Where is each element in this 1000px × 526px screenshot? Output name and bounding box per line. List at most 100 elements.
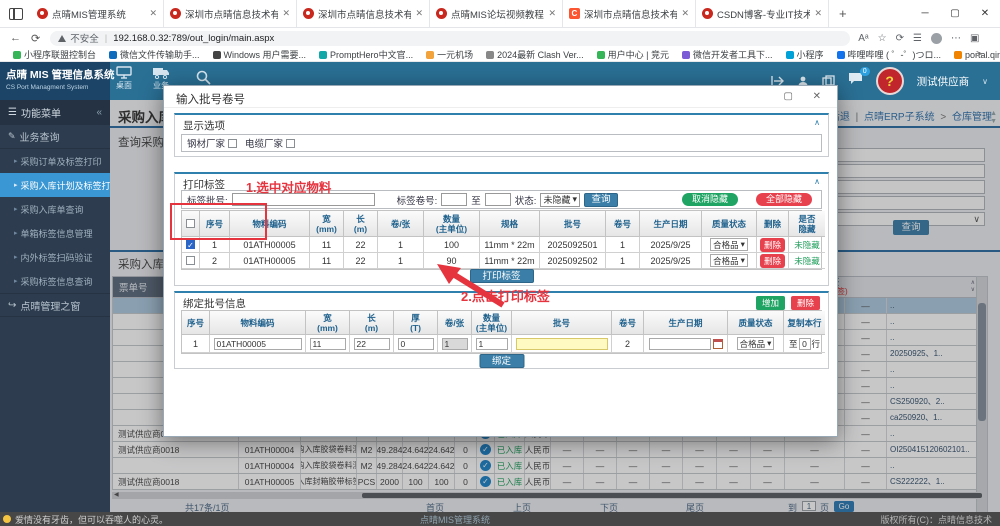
- status-quote: 爱情没有牙齿，但可以吞噬人的心灵。: [15, 513, 168, 526]
- sidebar-item[interactable]: 单箱标签信息管理: [0, 221, 110, 245]
- bind-table-row: 1 01ATH00005 11 22 0 1 1 2 合格品▾ 至 0 行: [182, 335, 821, 353]
- sidebar-item-label: 采购入库单查询: [21, 203, 84, 216]
- bookmark-favicon-icon: [319, 51, 327, 59]
- delete-row-button[interactable]: 删除: [791, 296, 820, 310]
- bookmark-item[interactable]: 一元机场: [426, 48, 473, 61]
- chat-icon[interactable]: 0: [848, 72, 863, 90]
- qty-input[interactable]: 1: [476, 338, 508, 350]
- bookmark-item[interactable]: 微信开发者工具下...: [682, 48, 773, 61]
- search-icon[interactable]: [196, 70, 211, 85]
- url-text: 192.168.0.32:789/out_login/main.aspx: [113, 33, 274, 44]
- delete-row-button[interactable]: 删除: [760, 238, 785, 252]
- material-code-input[interactable]: 01ATH00005: [214, 338, 302, 350]
- user-menu-caret-icon[interactable]: ∨: [982, 77, 988, 86]
- menu-label: 功能菜单: [21, 105, 61, 120]
- sidebar-footer-link[interactable]: ↪ 点晴管理之窗: [0, 293, 110, 317]
- quality-select[interactable]: 合格品▾: [710, 254, 748, 267]
- bind-button[interactable]: 绑定: [479, 354, 524, 368]
- dialog-maximize-icon[interactable]: ▢: [784, 91, 793, 102]
- tab-close-icon[interactable]: ✕: [415, 8, 423, 19]
- add-row-button[interactable]: 增加: [756, 296, 785, 310]
- hide-all-button[interactable]: 全部隐藏: [756, 193, 812, 206]
- status-select[interactable]: 未隐藏▾: [540, 193, 580, 207]
- sidebar-item[interactable]: 内外标签扫码验证: [0, 245, 110, 269]
- tab-close-icon[interactable]: ✕: [149, 8, 157, 19]
- url-field[interactable]: 不安全 | 192.168.0.32:789/out_login/main.as…: [50, 31, 850, 46]
- roll-to-input[interactable]: [485, 193, 511, 206]
- collapse-chevron-icon[interactable]: ∧: [814, 118, 820, 127]
- row-checkbox[interactable]: [186, 256, 195, 265]
- length-input[interactable]: 22: [354, 338, 390, 350]
- browser-tab[interactable]: 深圳市点晴信息技术有限公司点晴 ✕: [563, 0, 696, 27]
- bookmark-item[interactable]: 微信文件传输助手...: [109, 48, 200, 61]
- quality-select[interactable]: 合格品▾: [710, 238, 748, 251]
- tab-close-icon[interactable]: ✕: [681, 8, 689, 19]
- profile-avatar[interactable]: [931, 33, 942, 44]
- user-name[interactable]: 测试供应商: [917, 74, 970, 89]
- sidebar-menu-header[interactable]: ☰ 功能菜单 «: [0, 100, 110, 125]
- bookmark-item[interactable]: 用户中心 | 竞元: [597, 48, 669, 61]
- browser-tab[interactable]: 深圳市点晴信息技术有限公司点晴 ✕: [297, 0, 430, 27]
- bookmark-favicon-icon: [786, 51, 794, 59]
- print-table-row-1[interactable]: ✓ 1 01ATH00005 11 22 1 100 11mm * 22m 20…: [182, 237, 821, 253]
- cell-seq: 2: [200, 253, 230, 269]
- copy-count-input[interactable]: 0: [799, 338, 811, 350]
- steel-vendor-checkbox[interactable]: [228, 139, 237, 148]
- bookmark-item[interactable]: Windows 用户需要...: [213, 48, 307, 61]
- footer-link-label: 点晴管理之窗: [20, 298, 80, 313]
- steel-vendor-label: 钢材厂家: [187, 136, 225, 150]
- sidebar-item[interactable]: 采购入库单查询: [0, 197, 110, 221]
- favorites-bar-icon[interactable]: ☰: [913, 33, 922, 44]
- browser-tab[interactable]: 深圳市点晴信息技术有限公司点晴 ✕: [164, 0, 297, 27]
- calendar-icon[interactable]: [713, 339, 723, 349]
- collapse-icon[interactable]: «: [96, 107, 102, 118]
- browser-tab[interactable]: 点晴MIS论坛视频教程引擎|点晴免费O ✕: [430, 0, 563, 27]
- width-input[interactable]: 11: [310, 338, 346, 350]
- batch-no-input[interactable]: [516, 338, 608, 350]
- delete-row-button[interactable]: 删除: [760, 254, 785, 268]
- more-menu-icon[interactable]: ⋯: [951, 33, 961, 44]
- avatar[interactable]: ?: [876, 67, 904, 95]
- row-checkbox-checked[interactable]: ✓: [186, 240, 195, 249]
- thickness-input[interactable]: 0: [398, 338, 434, 350]
- tab-close-icon[interactable]: ✕: [548, 8, 556, 19]
- browser-tab[interactable]: 点晴MIS管理系统 ✕: [31, 0, 164, 27]
- annotation-highlight-box: [170, 203, 267, 240]
- sidebar-group-business[interactable]: ✎ 业务查询: [0, 125, 110, 149]
- quality-select[interactable]: 合格品▾: [737, 337, 775, 350]
- bookmarks-overflow-icon[interactable]: >: [976, 49, 982, 60]
- sidebar-item[interactable]: 采购订单及标签打印: [0, 149, 110, 173]
- browser-tab[interactable]: CSDN博客-专业IT技术发表平台 ✕: [696, 0, 829, 27]
- new-tab-button[interactable]: +: [829, 6, 857, 21]
- cable-vendor-checkbox[interactable]: [286, 139, 295, 148]
- roll-from-input[interactable]: [441, 193, 467, 206]
- bookmark-item[interactable]: 小程序联盟控制台: [13, 48, 96, 61]
- refresh-icon[interactable]: ⟳: [31, 32, 40, 45]
- tab-title: 深圳市点晴信息技术有限公司点晴: [584, 7, 677, 21]
- bookmark-favicon-icon: [426, 51, 434, 59]
- back-icon[interactable]: ←: [10, 32, 21, 44]
- font-size-icon[interactable]: Aᵃ: [858, 33, 868, 44]
- unhide-button[interactable]: 取消隐藏: [682, 193, 738, 206]
- bookmark-item[interactable]: PromptHero中文官...: [319, 48, 413, 61]
- minimize-button[interactable]: ─: [910, 8, 940, 19]
- sidebar-item[interactable]: 采购标签信息查询: [0, 269, 110, 293]
- nav-desktop[interactable]: 桌面: [116, 66, 132, 91]
- refresh-sync-icon[interactable]: ⟳: [896, 33, 904, 44]
- bookmark-item[interactable]: 2024最新 Clash Ver...: [486, 48, 584, 61]
- close-button[interactable]: ✕: [970, 8, 1000, 19]
- production-date-input[interactable]: [649, 338, 711, 350]
- sidebar-toggle-icon[interactable]: ▣: [970, 33, 979, 44]
- favorite-star-icon[interactable]: ☆: [878, 33, 887, 44]
- bookmark-item[interactable]: 小程序: [786, 48, 824, 61]
- search-button[interactable]: 查询: [584, 193, 618, 207]
- tab-close-icon[interactable]: ✕: [814, 8, 822, 19]
- dialog-close-icon[interactable]: ✕: [813, 91, 821, 102]
- bookmark-item[interactable]: 哔哩哔哩 ( ゜-゜)つロ...: [837, 48, 942, 61]
- workspace-icon[interactable]: [9, 8, 23, 20]
- tab-close-icon[interactable]: ✕: [282, 8, 290, 19]
- collapse-chevron-icon[interactable]: ∧: [814, 177, 820, 186]
- col-seq: 序号: [182, 311, 210, 335]
- maximize-button[interactable]: ▢: [940, 8, 970, 19]
- sidebar-item[interactable]: 采购入库计划及标签打印: [0, 173, 110, 197]
